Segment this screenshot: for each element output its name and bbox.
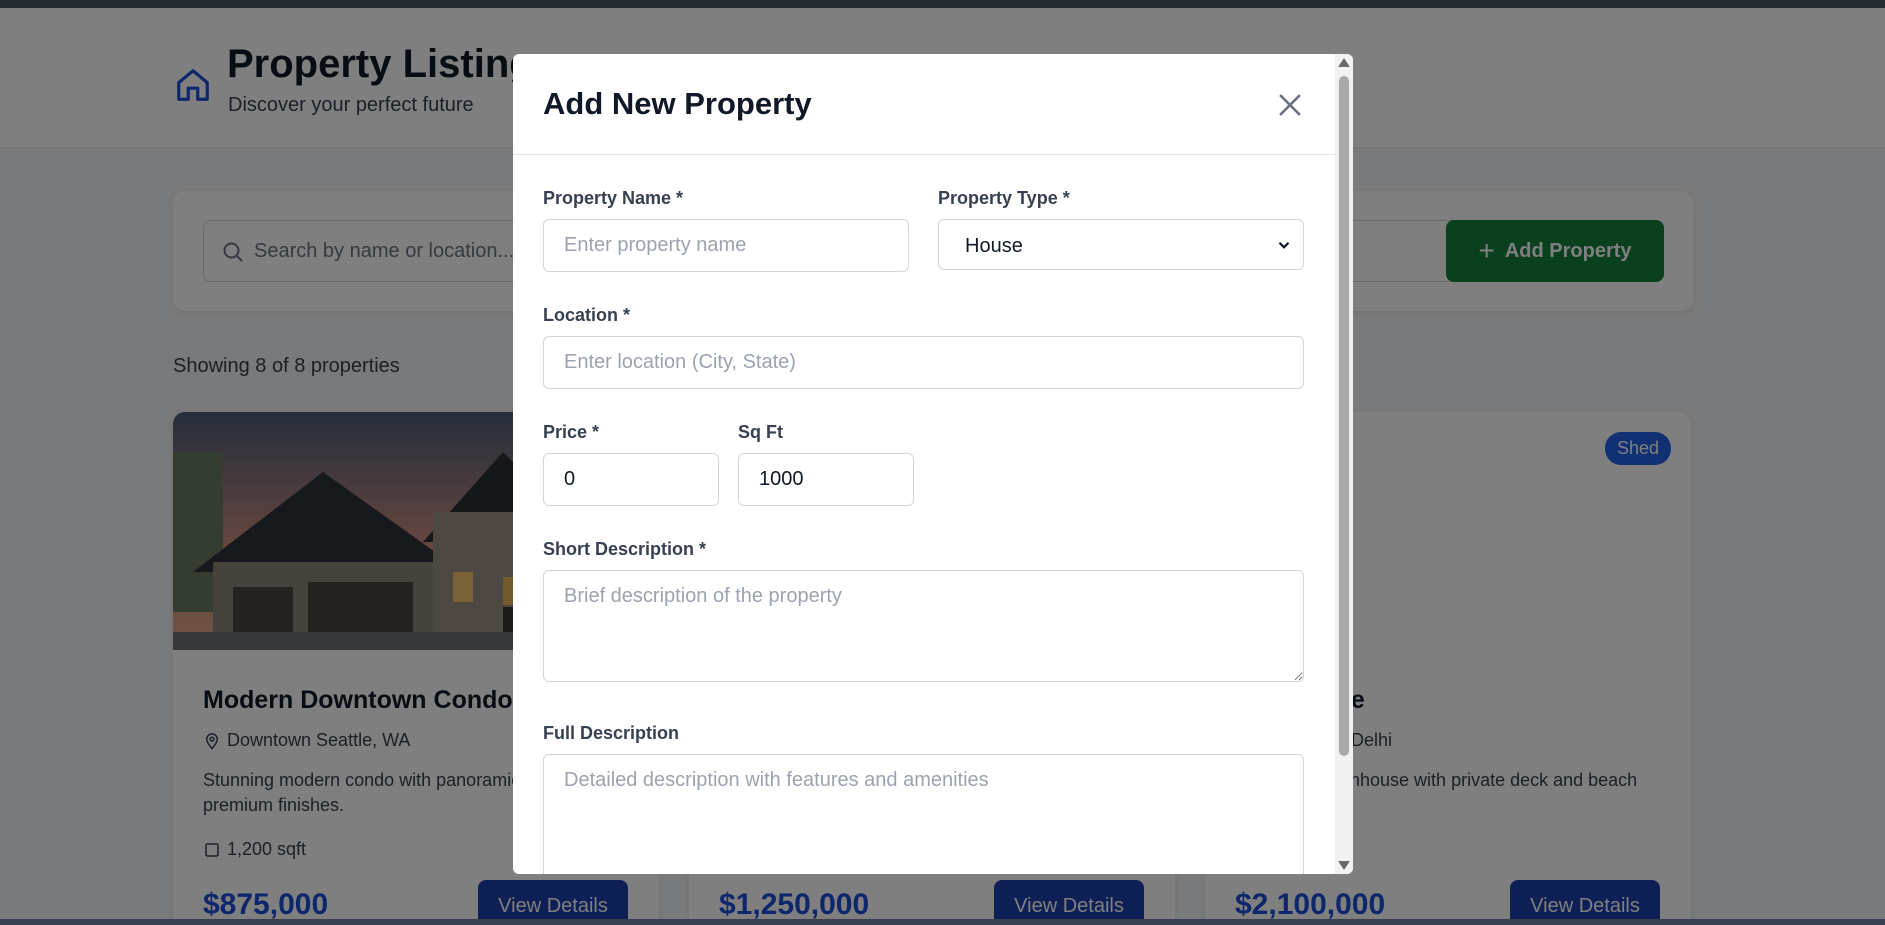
short-description-label: Short Description * bbox=[543, 539, 707, 559]
property-name-label: Property Name * bbox=[543, 188, 684, 208]
bottom-strip bbox=[0, 919, 1885, 925]
modal-title: Add New Property bbox=[543, 86, 812, 121]
sqft-input[interactable] bbox=[738, 453, 914, 506]
full-description-textarea[interactable] bbox=[543, 754, 1304, 874]
property-name-input[interactable] bbox=[543, 219, 909, 272]
modal-scrollbar[interactable] bbox=[1335, 54, 1353, 874]
full-description-label: Full Description bbox=[543, 723, 680, 743]
property-type-value: House bbox=[965, 235, 1023, 257]
short-description-textarea[interactable] bbox=[543, 570, 1304, 682]
location-input[interactable] bbox=[543, 336, 1304, 389]
close-button[interactable] bbox=[1273, 88, 1307, 122]
sqft-label: Sq Ft bbox=[738, 422, 783, 442]
close-icon bbox=[1279, 94, 1301, 116]
modal-header: Add New Property bbox=[513, 54, 1335, 155]
scrollbar-thumb[interactable] bbox=[1339, 76, 1349, 756]
price-input[interactable] bbox=[543, 453, 719, 506]
scroll-up-arrow-icon[interactable] bbox=[1338, 58, 1350, 67]
scroll-down-arrow-icon[interactable] bbox=[1338, 861, 1350, 870]
add-property-modal: Add New Property Property Name * Propert… bbox=[513, 54, 1353, 874]
property-type-label: Property Type * bbox=[938, 188, 1070, 208]
chevron-down-icon bbox=[1278, 241, 1290, 249]
location-label: Location * bbox=[543, 305, 631, 325]
property-type-select[interactable]: House bbox=[938, 219, 1304, 270]
price-label: Price * bbox=[543, 422, 600, 442]
